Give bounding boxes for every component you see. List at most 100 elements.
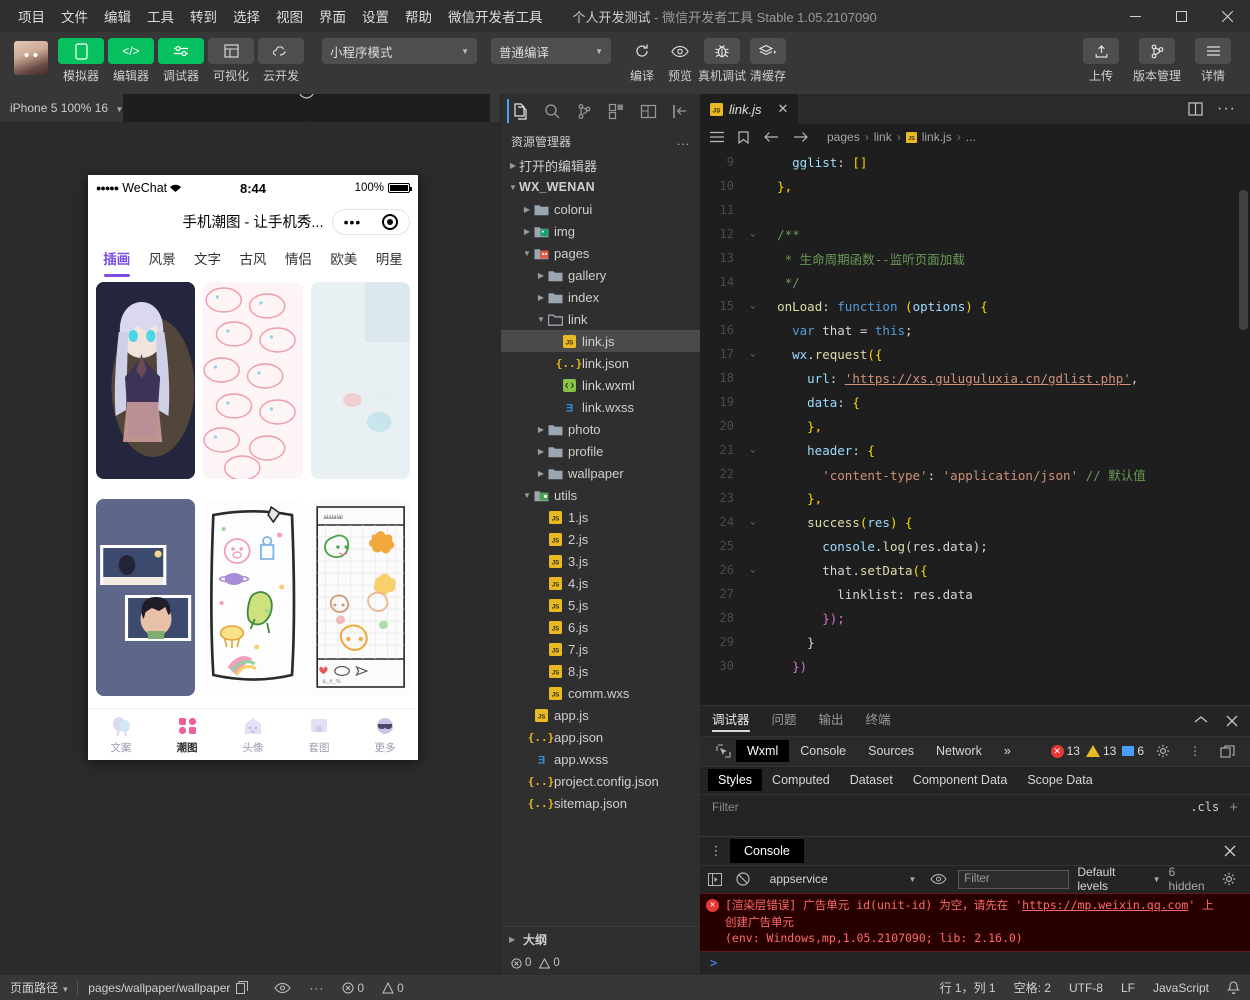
styles-filter-input[interactable]: Filter: [712, 800, 739, 814]
tree-file-6-js[interactable]: ▶JS6.js: [501, 616, 700, 638]
kebab-icon[interactable]: ⋮: [708, 843, 724, 859]
copy-icon[interactable]: [236, 981, 249, 994]
tabbar-item-taotu[interactable]: 套图: [286, 709, 352, 760]
tree-folder-link[interactable]: ▼ link: [501, 308, 700, 330]
menu-item-settings[interactable]: 设置: [354, 2, 397, 30]
compile-select[interactable]: 普通编译 ▼: [491, 38, 611, 64]
visualization-button[interactable]: 可视化: [208, 38, 254, 84]
gear-icon[interactable]: [1222, 872, 1242, 886]
styles-tab-component-data[interactable]: Component Data: [903, 769, 1018, 791]
code-line[interactable]: 14 */: [700, 270, 1250, 294]
wxml-panel-icon[interactable]: [632, 96, 664, 126]
chevron-right-icon[interactable]: ▶: [521, 205, 533, 214]
clear-console-icon[interactable]: [736, 872, 756, 887]
styles-tab-dataset[interactable]: Dataset: [840, 769, 903, 791]
tree-file-3-js[interactable]: ▶JS3.js: [501, 550, 700, 572]
eye-icon[interactable]: [274, 982, 292, 994]
category-tab-6[interactable]: 明星: [367, 248, 412, 268]
maximize-icon[interactable]: [1158, 0, 1204, 32]
page-path-select[interactable]: 页面路径 ▼: [10, 979, 69, 996]
close-icon[interactable]: [1226, 715, 1238, 727]
tree-file-5-js[interactable]: ▶JS5.js: [501, 594, 700, 616]
category-tab-3[interactable]: 古风: [230, 248, 275, 268]
language-mode[interactable]: JavaScript: [1153, 981, 1209, 995]
outline-list-icon[interactable]: [710, 131, 724, 143]
console-error-message[interactable]: ✕ [渲染层错误] 广告单元 id(unit-id) 为空，请先在 'https…: [700, 892, 1250, 952]
console-prompt[interactable]: >: [700, 952, 1250, 974]
fold-chevron-icon[interactable]: ⌄: [744, 445, 762, 455]
tree-folder-wallpaper[interactable]: ▶ wallpaper: [501, 462, 700, 484]
cloud-dev-button[interactable]: 云开发: [258, 38, 304, 84]
devtools-tab-overflow[interactable]: »: [993, 740, 1022, 762]
status-warning-chip[interactable]: 0: [382, 981, 404, 995]
menu-item-select[interactable]: 选择: [225, 2, 268, 30]
chevron-right-icon[interactable]: ▶: [535, 469, 547, 478]
kebab-icon[interactable]: ⋮: [1182, 744, 1208, 758]
code-line[interactable]: 28 });: [700, 606, 1250, 630]
eol[interactable]: LF: [1121, 981, 1135, 995]
device-select[interactable]: iPhone 5 100% 16 ▼: [10, 101, 123, 115]
inspect-element-icon[interactable]: [710, 744, 736, 759]
gear-icon[interactable]: [1150, 744, 1176, 758]
code-line[interactable]: 16 var that = this;: [700, 318, 1250, 342]
breadcrumb-item-file[interactable]: link.js: [922, 130, 952, 144]
fold-chevron-icon[interactable]: ⌄: [744, 349, 762, 359]
simulator-button[interactable]: 模拟器: [58, 38, 104, 84]
version-control-button[interactable]: 版本管理: [1132, 38, 1182, 84]
encoding[interactable]: UTF-8: [1069, 981, 1103, 995]
bell-icon[interactable]: [1227, 980, 1240, 995]
close-icon[interactable]: ✕: [778, 101, 789, 117]
fold-chevron-icon[interactable]: ⌄: [744, 229, 762, 239]
tree-folder-profile[interactable]: ▶ profile: [501, 440, 700, 462]
code-line[interactable]: 21 ⌄ header: {: [700, 438, 1250, 462]
category-tab-2[interactable]: 文字: [185, 248, 230, 268]
chevron-right-icon[interactable]: ▶: [535, 425, 547, 434]
chevron-down-icon[interactable]: ▼: [521, 249, 533, 258]
minimize-icon[interactable]: [1112, 0, 1158, 32]
target-icon[interactable]: [382, 214, 399, 230]
console-tab[interactable]: Console: [730, 838, 804, 863]
code-line[interactable]: 10 },: [700, 174, 1250, 198]
close-icon[interactable]: [1204, 0, 1250, 32]
chevron-right-icon[interactable]: ▶: [535, 447, 547, 456]
devtools-tab-sources[interactable]: Sources: [857, 740, 925, 762]
image-card[interactable]: [96, 282, 196, 479]
code-line[interactable]: 11: [700, 198, 1250, 222]
menu-item-edit[interactable]: 编辑: [96, 2, 139, 30]
code-line[interactable]: 23 },: [700, 486, 1250, 510]
chevron-right-icon[interactable]: ▶: [507, 161, 519, 170]
outline-section[interactable]: ▶ 大纲: [501, 926, 700, 952]
tabbar-item-touxiang[interactable]: 头像: [220, 709, 286, 760]
extensions-icon[interactable]: [600, 96, 632, 126]
chevron-down-icon[interactable]: ▼: [535, 315, 547, 324]
image-card[interactable]: [203, 282, 303, 479]
tree-section-1[interactable]: ▼ WX_WENAN: [501, 176, 700, 198]
more-icon[interactable]: ···: [309, 981, 324, 995]
devtools-tab-console[interactable]: Console: [789, 740, 857, 762]
warning-badge[interactable]: 13: [1085, 744, 1116, 758]
preview-button[interactable]: 预览: [661, 38, 699, 84]
tree-file-4-js[interactable]: ▶JS4.js: [501, 572, 700, 594]
file-tree[interactable]: ▶ 打开的编辑器 ▼ WX_WENAN ▶ colorui ▶ img ▼ pages ▶ galle…: [501, 154, 700, 926]
menu-item-interface[interactable]: 界面: [311, 2, 354, 30]
tree-file-7-js[interactable]: ▶JS7.js: [501, 638, 700, 660]
compile-button[interactable]: 编译: [623, 38, 661, 84]
bookmark-icon[interactable]: [738, 130, 749, 144]
upload-button[interactable]: 上传: [1076, 38, 1126, 84]
tree-file-sitemap-json[interactable]: ▶{..}sitemap.json: [501, 792, 700, 814]
editor-button[interactable]: </> 编辑器: [108, 38, 154, 84]
indentation[interactable]: 空格: 2: [1014, 979, 1051, 996]
chevron-right-icon[interactable]: ▶: [535, 293, 547, 302]
cursor-position[interactable]: 行 1，列 1: [940, 979, 996, 996]
tab-output[interactable]: 输出: [819, 709, 844, 732]
code-line[interactable]: 30 }): [700, 654, 1250, 678]
warning-count-chip[interactable]: 0: [539, 957, 560, 969]
code-line[interactable]: 20 },: [700, 414, 1250, 438]
tabbar-item-gengduo[interactable]: 更多: [352, 709, 418, 760]
menu-item-view[interactable]: 视图: [268, 2, 311, 30]
search-icon[interactable]: [537, 96, 569, 126]
more-icon[interactable]: •••: [344, 214, 362, 230]
category-tab-0[interactable]: 插画: [94, 248, 139, 268]
code-line[interactable]: 9 gglist: []: [700, 150, 1250, 174]
code-line[interactable]: 24 ⌄ success(res) {: [700, 510, 1250, 534]
